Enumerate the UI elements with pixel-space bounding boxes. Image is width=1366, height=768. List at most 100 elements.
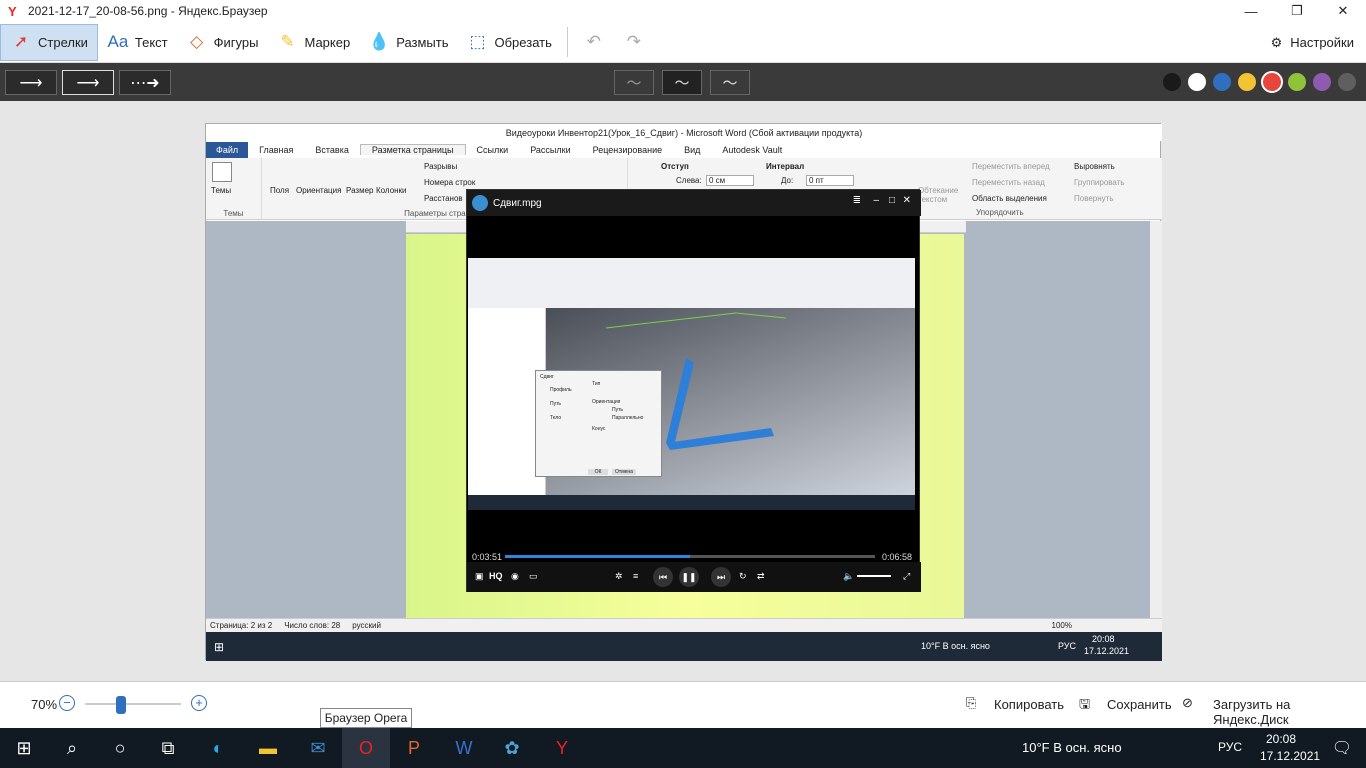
maximize-icon[interactable]: □: [889, 195, 895, 206]
shuffle-icon[interactable]: ⇄: [757, 571, 765, 582]
previous-button[interactable]: ⏮: [653, 567, 673, 587]
rotate-button[interactable]: Повернуть: [1074, 194, 1114, 203]
size-button[interactable]: Размер: [346, 186, 374, 195]
line-medium-button[interactable]: 〜: [662, 70, 702, 95]
pause-button[interactable]: ❚❚: [679, 567, 699, 587]
close-button[interactable]: ✕: [1320, 0, 1366, 22]
equalizer-icon[interactable]: ≡: [633, 571, 638, 581]
arrow-style-thin-button[interactable]: ⟶: [62, 70, 114, 95]
color-swatch-black[interactable]: [1161, 71, 1183, 93]
word-icon[interactable]: W: [440, 728, 488, 768]
undo-button[interactable]: ↶: [574, 24, 614, 61]
explorer-icon[interactable]: ▬: [244, 728, 292, 768]
line-thin-button[interactable]: 〜: [614, 70, 654, 95]
wrap-text-button[interactable]: Обтекание текстом: [918, 186, 958, 204]
send-backward-button[interactable]: Переместить назад: [972, 178, 1045, 187]
tab-page-layout[interactable]: Разметка страницы: [359, 144, 466, 155]
breaks-button[interactable]: Разрывы: [424, 162, 457, 171]
tab-insert[interactable]: Вставка: [304, 145, 359, 155]
media-player-icon[interactable]: ✿: [488, 728, 536, 768]
themes-icon[interactable]: [212, 162, 232, 182]
clock-time[interactable]: 20:08: [1266, 732, 1296, 746]
tool-text-button[interactable]: Aa Текст: [98, 24, 177, 61]
orientation-button[interactable]: Ориентация: [296, 186, 341, 195]
minimize-icon[interactable]: –: [873, 195, 879, 206]
themes-button[interactable]: Темы: [211, 186, 231, 195]
input-language[interactable]: РУС: [1218, 740, 1242, 754]
volume-icon[interactable]: 🔈: [843, 571, 854, 582]
zoom-slider[interactable]: [85, 703, 181, 705]
mail-icon[interactable]: ✉: [294, 728, 342, 768]
tool-shapes-button[interactable]: ◇ Фигуры: [177, 24, 268, 61]
hyphenation-button[interactable]: Расстанов: [424, 194, 463, 203]
line-numbers-button[interactable]: Номера строк: [424, 178, 475, 187]
selection-pane-button[interactable]: Область выделения: [972, 194, 1047, 203]
hq-button[interactable]: HQ: [489, 571, 503, 581]
search-icon[interactable]: ⌕: [48, 728, 96, 768]
minimize-button[interactable]: —: [1228, 0, 1274, 22]
redo-button[interactable]: ↷: [614, 24, 654, 61]
subtitle-icon[interactable]: ▭: [529, 571, 538, 582]
spacing-before-field[interactable]: 0 пт: [806, 175, 854, 186]
tab-mailings[interactable]: Рассылки: [519, 145, 581, 155]
zoom-slider-thumb[interactable]: [115, 696, 126, 714]
group-button[interactable]: Группировать: [1074, 178, 1125, 187]
tool-label: Фигуры: [213, 34, 259, 50]
save-button[interactable]: Сохранить: [1107, 697, 1172, 712]
powerpoint-icon[interactable]: P: [390, 728, 438, 768]
settings-icon[interactable]: ✲: [615, 571, 623, 582]
word-scrollbar[interactable]: [1150, 221, 1162, 621]
tab-vault[interactable]: Autodesk Vault: [711, 145, 793, 155]
margins-button[interactable]: Поля: [270, 186, 289, 195]
color-swatch-yellow[interactable]: [1236, 71, 1258, 93]
color-swatch-red[interactable]: [1261, 71, 1283, 93]
indent-left-field[interactable]: 0 см: [706, 175, 754, 186]
task-view-icon[interactable]: ⧉: [144, 728, 192, 768]
folder-icon[interactable]: ▣: [475, 571, 484, 582]
color-swatch-white[interactable]: [1186, 71, 1208, 93]
tool-marker-button[interactable]: ✎ Маркер: [267, 24, 359, 61]
yandex-browser-icon[interactable]: Y: [538, 728, 586, 768]
notifications-icon[interactable]: 🗨: [1318, 728, 1366, 768]
dialog-cancel-button[interactable]: Отмена: [612, 469, 636, 475]
video-frame[interactable]: Сдвиг Профиль Путь Тело Тип Ориентация П…: [468, 258, 915, 510]
tool-blur-button[interactable]: 💧 Размыть: [359, 24, 457, 61]
opera-icon[interactable]: O: [342, 728, 390, 768]
edge-icon[interactable]: ◐: [194, 728, 242, 768]
columns-button[interactable]: Колонки: [376, 186, 407, 195]
color-swatch-purple[interactable]: [1311, 71, 1333, 93]
settings-button[interactable]: ⚙ Настройки: [1271, 22, 1354, 63]
cortana-icon[interactable]: ○: [96, 728, 144, 768]
playlist-icon[interactable]: ≣: [853, 195, 861, 206]
align-button[interactable]: Выровнять: [1074, 162, 1115, 171]
tab-home[interactable]: Главная: [248, 145, 304, 155]
volume-slider[interactable]: [857, 575, 891, 577]
line-thick-button[interactable]: 〜: [710, 70, 750, 95]
tab-view[interactable]: Вид: [673, 145, 711, 155]
tab-review[interactable]: Рецензирование: [582, 145, 674, 155]
clock-date[interactable]: 17.12.2021: [1260, 749, 1320, 763]
color-swatch-gray[interactable]: [1336, 71, 1358, 93]
color-swatch-blue[interactable]: [1211, 71, 1233, 93]
tool-crop-button[interactable]: ⬚ Обрезать: [458, 24, 561, 61]
copy-button[interactable]: Копировать: [994, 697, 1064, 712]
tool-arrows-button[interactable]: ➚ Стрелки: [0, 23, 98, 61]
zoom-in-button[interactable]: +: [191, 695, 207, 711]
upload-button[interactable]: Загрузить на Яндекс.Диск: [1213, 697, 1366, 727]
broadcast-icon[interactable]: ◉: [511, 571, 519, 582]
color-swatch-green[interactable]: [1286, 71, 1308, 93]
zoom-out-button[interactable]: −: [59, 695, 75, 711]
close-icon[interactable]: ✕: [903, 195, 911, 206]
next-button[interactable]: ⏭: [711, 567, 731, 587]
bring-forward-button[interactable]: Переместить вперед: [972, 162, 1050, 171]
tab-file[interactable]: Файл: [206, 141, 249, 158]
tab-references[interactable]: Ссылки: [466, 145, 520, 155]
dialog-ok-button[interactable]: ОК: [588, 469, 608, 475]
restore-button[interactable]: ❐: [1274, 0, 1320, 22]
fullscreen-icon[interactable]: ⤢: [903, 571, 910, 582]
repeat-icon[interactable]: ↻: [739, 571, 747, 582]
start-button[interactable]: ⊞: [0, 728, 48, 768]
seek-bar[interactable]: [505, 555, 875, 558]
arrow-style-dotted-button[interactable]: ⋯➜: [119, 70, 171, 95]
arrow-style-thick-button[interactable]: ⟶: [5, 70, 57, 95]
